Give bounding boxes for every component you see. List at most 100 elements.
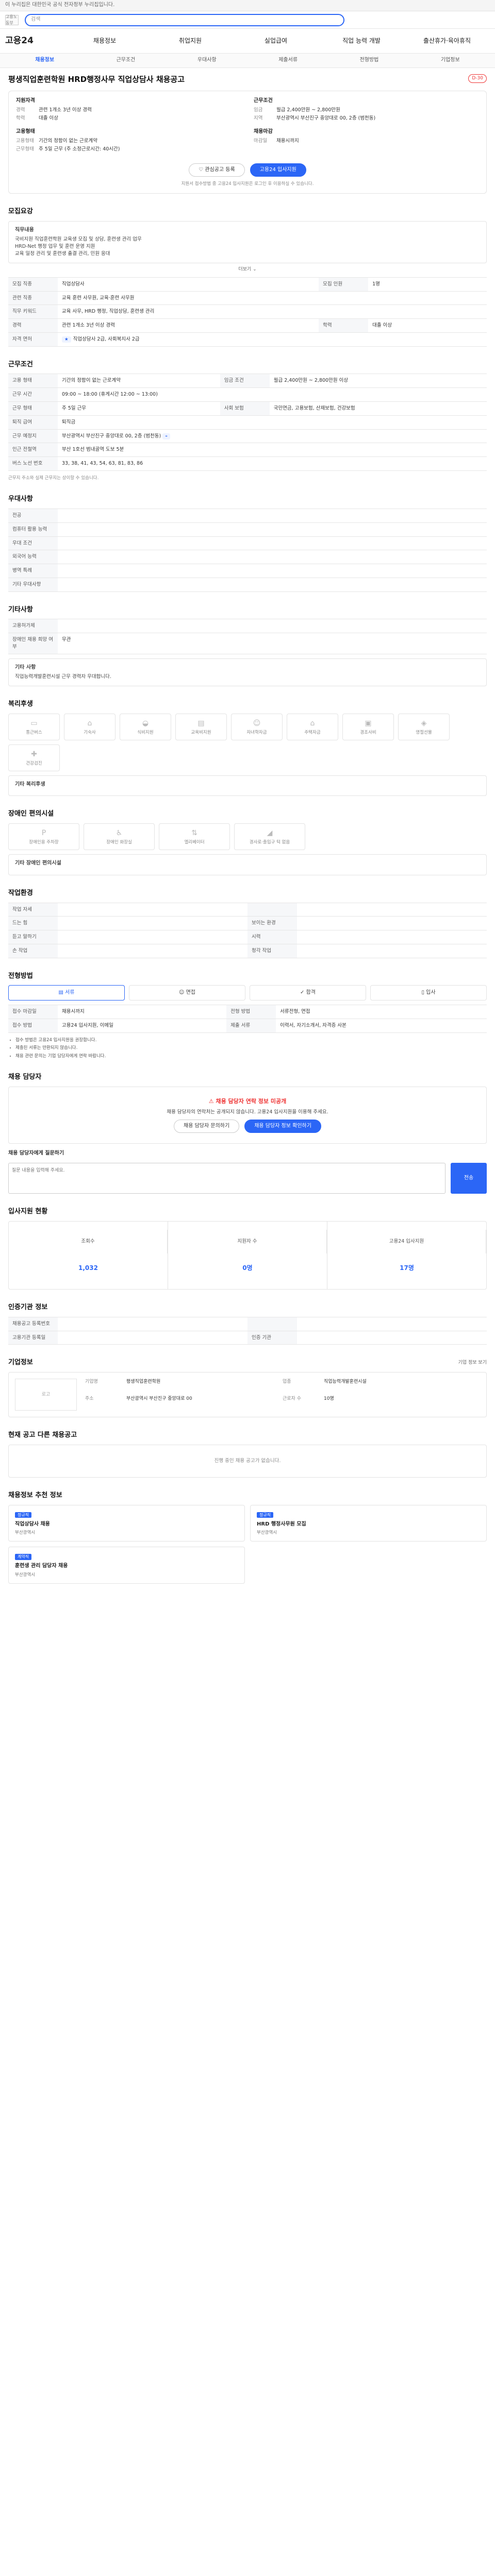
note-item: 채용 관련 문의는 기업 담당자에게 연락 바랍니다. xyxy=(15,1053,487,1059)
section-title: 기타사항 xyxy=(8,605,33,614)
license-tag: ★ xyxy=(62,336,71,343)
section-title: 장애인 편의시설 xyxy=(8,810,54,818)
rec-meta: 부산광역시 xyxy=(15,1572,36,1578)
row-label: 채용공고 등록번호 xyxy=(8,1316,58,1331)
tab-conditions[interactable]: 근무조건 xyxy=(85,57,166,64)
contact-text: 채용 담당자의 연락처는 공개되지 않습니다. 고용24 입사지원을 이용해 주… xyxy=(167,1109,328,1115)
more-button[interactable]: 더보기 ⌄ xyxy=(8,266,487,273)
map-button[interactable]: ⌖ xyxy=(162,433,171,439)
ministry-logo[interactable]: 고용노동부 xyxy=(5,14,19,25)
toilet-icon: ♿ xyxy=(116,828,123,837)
related-section: 현재 공고 다른 채용공고 진행 중인 채용 공고가 없습니다. xyxy=(8,1431,487,1478)
row-value xyxy=(58,943,248,958)
summary-employment-title: 고용형태 xyxy=(16,128,35,134)
section-title: 채용정보 추천 정보 xyxy=(8,1491,62,1499)
license-text: 직업상담사 2급, 사회복지사 2급 xyxy=(73,336,140,342)
row-value xyxy=(58,1330,248,1345)
heart-icon: ♡ xyxy=(199,166,205,173)
row-value xyxy=(58,1316,248,1331)
welfare-label: 교육비지원 xyxy=(191,730,211,735)
facility-box: 기타 장애인 편의시설 xyxy=(8,854,487,875)
site-logo[interactable]: 고용24 xyxy=(5,35,62,47)
table-row: 우대 조건 xyxy=(8,536,487,551)
welfare-label: 자녀학자금 xyxy=(246,730,267,735)
process-notes: 접수 방법은 고용24 입사지원을 권장합니다. 제출된 서류는 반환되지 않습… xyxy=(8,1037,487,1059)
row-label: 인근 전철역 xyxy=(8,443,58,457)
company-logo: 로고 xyxy=(15,1379,77,1411)
job-title: 평생직업훈련학원 HRD행정사무 직업상담사 채용공고 xyxy=(8,75,185,84)
row-value: 이력서, 자기소개서, 자격증 사본 xyxy=(276,1019,487,1033)
gnb-item-leave[interactable]: 출산휴가·육아휴직 xyxy=(404,37,490,45)
row-label: 컴퓨터 활용 능력 xyxy=(8,522,58,537)
row-value xyxy=(58,619,487,634)
kv-value: 기간의 정함이 없는 근로계약 xyxy=(39,138,97,144)
recommend-card[interactable]: 계약직 훈련생 관리 담당자 채용 부산광역시 xyxy=(8,1547,245,1584)
rec-title: 직업상담사 채용 xyxy=(15,1521,50,1527)
company-field: 주소 부산광역시 부산진구 중앙대로 00 xyxy=(85,1396,283,1411)
process-table: 접수 마감일 채용시까지 전형 방법 서류전형, 면접 접수 방법 고용24 입사지원,… xyxy=(8,1005,487,1033)
tab-recruit[interactable]: 채용정보 xyxy=(4,57,85,64)
anchor-tabs: 채용정보 근무조건 우대사항 제출서류 전형방법 기업정보 xyxy=(0,54,495,68)
stats-section: 입사지원 현황 조회수 1,032 지원자 수 0명 고용24 입사지원 17명 xyxy=(8,1207,487,1290)
welfare-label: 주택자금 xyxy=(304,730,321,735)
table-row: 전공 xyxy=(8,509,487,523)
conditions-table: 고용 형태 기간의 정함이 없는 근로계약 임금 조건 월급 2,400만원 ~ 2,… xyxy=(8,374,487,471)
gnb-item-jobs[interactable]: 채용정보 xyxy=(62,37,147,45)
gnb-item-benefits[interactable]: 실업급여 xyxy=(233,37,319,45)
company-field: 근로자 수 10명 xyxy=(283,1396,480,1411)
row-label xyxy=(248,1316,297,1331)
table-row: 관련 직종 교육 훈련 사무원, 교육·훈련 사무원 xyxy=(8,291,487,306)
rec-badge: 정규직 xyxy=(15,1512,32,1518)
kv-value: 관련 1개소 3년 이상 경력 xyxy=(39,107,92,113)
row-label: 자격 면허 xyxy=(8,332,58,347)
table-row: 근무 형태 주 5일 근무 사회 보험 국민연금, 고용보험, 산재보험, 건강보험 xyxy=(8,401,487,416)
facility-item: P 장애인용 주차장 xyxy=(8,823,79,851)
table-row: 근무 예정지 부산광역시 부산진구 중앙대로 00, 2층 (범천동) ⌖ xyxy=(8,429,487,444)
save-job-button[interactable]: ♡ 관심공고 등록 xyxy=(189,163,245,177)
apply-button[interactable]: 고용24 입사지원 xyxy=(250,163,306,177)
table-row: 퇴직 급여 퇴직금 xyxy=(8,415,487,430)
bus-icon: ▭ xyxy=(30,719,38,727)
tab-prefs[interactable]: 우대사항 xyxy=(167,57,248,64)
welfare-item: ⌂ 기숙사 xyxy=(64,713,116,740)
env-section: 작업환경 작업 자세 드는 힘 보이는 환경 듣고 말하기 시력 손 작업 청각 작업 xyxy=(8,889,487,958)
tab-company[interactable]: 기업정보 xyxy=(410,57,491,64)
row-label: 손 작업 xyxy=(8,943,58,958)
stat-value: 1,032 xyxy=(78,1264,98,1272)
row-label: 보이는 환경 xyxy=(248,916,297,931)
row-label: 장애인 채용 희망 여부 xyxy=(8,633,58,654)
table-row: 경력 관련 1개소 3년 이상 경력 학력 대졸 이상 xyxy=(8,318,487,333)
gnb-item-support[interactable]: 취업지원 xyxy=(147,37,233,45)
check-icon: ✓ xyxy=(300,990,306,996)
gift-icon: ▣ xyxy=(365,719,372,727)
row-value: 월급 2,400만원 ~ 2,800만원 이상 xyxy=(269,374,487,388)
child-icon: ☺ xyxy=(253,719,261,727)
send-question-button[interactable]: 전송 xyxy=(451,1162,487,1194)
row-value xyxy=(58,509,487,523)
company-detail-link[interactable]: 기업 정보 보기 xyxy=(458,1360,487,1366)
row-value xyxy=(297,1316,487,1331)
row-label: 듣고 말하기 xyxy=(8,930,58,944)
gnb-item-training[interactable]: 직업 능력 개발 xyxy=(319,37,404,45)
row-label: 우대 조건 xyxy=(8,536,58,551)
facility-section: 장애인 편의시설 P 장애인용 주차장 ♿ 장애인 화장실 ⇅ 엘리베이터 ◢ 경사로·… xyxy=(8,809,487,875)
tab-documents[interactable]: 제출서류 xyxy=(248,57,328,64)
table-row: 접수 방법 고용24 입사지원, 이메일 제출 서류 이력서, 자기소개서, 자격증 … xyxy=(8,1019,487,1033)
tab-process[interactable]: 전형방법 xyxy=(328,57,409,64)
facility-grid: P 장애인용 주차장 ♿ 장애인 화장실 ⇅ 엘리베이터 ◢ 경사로·출입구 턱 없음 xyxy=(8,823,487,851)
stat-label: 고용24 입사지원 xyxy=(327,1229,486,1253)
contact-info-button[interactable]: 채용 담당자 정보 확인하기 xyxy=(244,1120,321,1133)
main-navigation: 고용24 채용정보 취업지원 실업급여 직업 능력 개발 출산휴가·육아휴직 xyxy=(0,29,495,54)
kv-value: 주 5일 근무 (주 소정근로시간: 40시간) xyxy=(39,146,120,152)
search-input[interactable]: 검색 xyxy=(25,13,344,26)
home-loan-icon: ⌂ xyxy=(310,719,315,727)
question-input[interactable] xyxy=(8,1162,446,1194)
recommend-card[interactable]: 정규직 직업상담사 채용 부산광역시 xyxy=(8,1504,245,1542)
row-value: 부산 1호선 범내골역 도보 5분 xyxy=(58,443,487,457)
contact-inquiry-button[interactable]: 채용 담당자 문의하기 xyxy=(174,1120,240,1133)
address-text: 부산광역시 부산진구 중앙대로 00, 2층 (범천동) xyxy=(62,433,161,439)
contact-warning: ⚠ 채용 담당자 연락 정보 미공개 xyxy=(19,1097,476,1106)
recommend-card[interactable]: 정규직 HRD 행정사무원 모집 부산광역시 xyxy=(250,1504,487,1542)
description-line: 교육 일정 관리 및 훈련생 출결 관리, 민원 응대 xyxy=(15,251,110,257)
row-label xyxy=(248,902,297,917)
